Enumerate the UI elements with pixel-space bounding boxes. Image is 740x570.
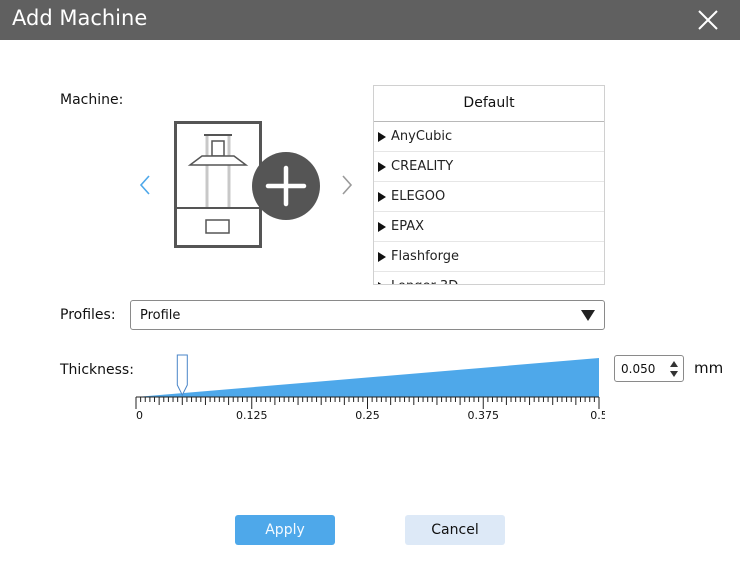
profiles-label: Profiles: (60, 307, 116, 323)
expand-arrow-icon (378, 281, 382, 284)
brand-list-header: Default (374, 86, 604, 122)
thickness-tick-labels: 0 0.125 0.25 0.375 0.5 (136, 409, 605, 422)
brand-list-item[interactable]: CREALITY (374, 152, 604, 182)
brand-name: CREALITY (391, 159, 454, 174)
expand-arrow-icon (378, 221, 386, 232)
expand-arrow-icon (378, 161, 386, 172)
dialog-title: Add Machine (12, 6, 148, 30)
expand-arrow-icon (378, 251, 386, 262)
add-machine-icon[interactable] (251, 151, 321, 221)
thickness-wedge (136, 358, 599, 397)
brand-list-item[interactable]: Longer 3D (374, 272, 604, 284)
brand-list-panel: Default AnyCubic CREALITY ELEGOO EPAX Flashf… (373, 85, 605, 285)
tick-label: 0.125 (236, 409, 268, 422)
thickness-unit: mm (694, 359, 724, 377)
slider-handle[interactable] (176, 354, 188, 397)
brand-list[interactable]: AnyCubic CREALITY ELEGOO EPAX Flashforge Long… (374, 122, 604, 284)
machine-label: Machine: (60, 92, 124, 108)
brand-name: AnyCubic (391, 129, 453, 144)
close-icon[interactable] (692, 4, 724, 36)
profile-selected-value: Profile (140, 308, 181, 323)
tick-label: 0.5 (590, 409, 605, 422)
thickness-input[interactable] (621, 361, 665, 377)
brand-name: EPAX (391, 219, 425, 234)
thickness-slider[interactable]: 0 0.125 0.25 0.375 0.5 (130, 350, 605, 425)
add-machine-dialog: Add Machine Machine: Default AnyCubic CRE… (0, 0, 740, 570)
expand-arrow-icon (378, 191, 386, 202)
brand-list-item[interactable]: EPAX (374, 212, 604, 242)
tick-label: 0 (136, 409, 143, 422)
chevron-left-icon[interactable] (137, 173, 153, 197)
spin-arrows-icon[interactable] (668, 359, 680, 379)
tick-label: 0.375 (468, 409, 500, 422)
brand-list-item[interactable]: AnyCubic (374, 122, 604, 152)
thickness-spinbox[interactable] (614, 355, 684, 382)
cancel-button[interactable]: Cancel (405, 515, 505, 545)
expand-arrow-icon (378, 131, 386, 142)
thickness-label: Thickness: (60, 362, 134, 378)
profile-dropdown[interactable]: Profile (130, 300, 605, 330)
dropdown-arrow-icon (581, 310, 595, 321)
brand-name: Flashforge (391, 249, 459, 264)
brand-list-item[interactable]: ELEGOO (374, 182, 604, 212)
chevron-right-icon[interactable] (339, 173, 355, 197)
brand-name: Longer 3D (391, 279, 458, 284)
title-bar: Add Machine (0, 0, 740, 40)
apply-button[interactable]: Apply (235, 515, 335, 545)
printer-icon (174, 121, 262, 248)
tick-label: 0.25 (355, 409, 380, 422)
brand-name: ELEGOO (391, 189, 446, 204)
brand-list-item[interactable]: Flashforge (374, 242, 604, 272)
thickness-ruler (135, 396, 600, 409)
